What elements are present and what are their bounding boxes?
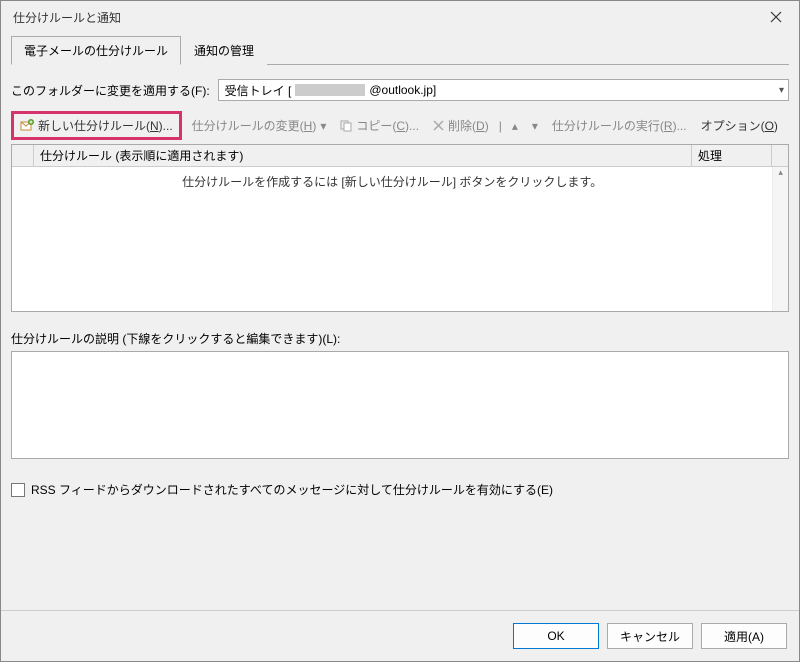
separator: | <box>499 119 502 133</box>
description-box[interactable] <box>11 351 789 459</box>
scrollbar[interactable]: ▴ <box>772 167 788 311</box>
highlight-annotation: 新しい仕分けルール(N)... <box>11 111 182 140</box>
folder-row: このフォルダーに変更を適用する(F): 受信トレイ [ @outlook.jp]… <box>11 79 789 101</box>
close-icon <box>770 11 782 23</box>
dialog-content: 電子メールの仕分けルール 通知の管理 このフォルダーに変更を適用する(F): 受… <box>1 33 799 610</box>
move-up-button[interactable]: ▴ <box>508 117 522 135</box>
redacted-email <box>295 84 365 96</box>
rss-checkbox[interactable] <box>11 483 25 497</box>
folder-select-value: 受信トレイ [ @outlook.jp] <box>225 82 437 99</box>
rules-table-body: 仕分けルールを作成するには [新しい仕分けルール] ボタンをクリックします。 ▴ <box>12 167 788 311</box>
header-corner <box>12 145 34 166</box>
chevron-down-icon: ▾ <box>320 119 326 133</box>
rss-checkbox-label: RSS フィードからダウンロードされたすべてのメッセージに対して仕分けルールを有… <box>31 481 553 498</box>
change-rule-button[interactable]: 仕分けルールの変更(H) ▾ <box>188 115 331 136</box>
move-down-button[interactable]: ▾ <box>528 117 542 135</box>
copy-rule-button[interactable]: コピー(C)... <box>336 115 423 136</box>
scroll-up-icon: ▴ <box>773 167 788 181</box>
rules-and-alerts-dialog: 仕分けルールと通知 電子メールの仕分けルール 通知の管理 このフォルダーに変更を… <box>0 0 800 662</box>
chevron-up-icon: ▴ <box>512 119 518 133</box>
empty-rules-message: 仕分けルールを作成するには [新しい仕分けルール] ボタンをクリックします。 <box>12 167 772 311</box>
chevron-down-icon: ▾ <box>779 85 784 96</box>
options-button[interactable]: オプション(O) <box>697 115 782 136</box>
dialog-footer: OK キャンセル 適用(A) <box>1 610 799 661</box>
toolbar: 新しい仕分けルール(N)... 仕分けルールの変更(H) ▾ コピー(C)...… <box>11 111 789 140</box>
header-rule-column[interactable]: 仕分けルール (表示順に適用されます) <box>34 145 692 166</box>
folder-select[interactable]: 受信トレイ [ @outlook.jp] ▾ <box>218 79 789 101</box>
header-action-column[interactable]: 処理 <box>692 145 772 166</box>
run-rules-button[interactable]: 仕分けルールの実行(R)... <box>548 115 691 136</box>
tab-notifications[interactable]: 通知の管理 <box>181 36 267 65</box>
apply-button[interactable]: 適用(A) <box>701 623 787 649</box>
ok-button[interactable]: OK <box>513 623 599 649</box>
titlebar: 仕分けルールと通知 <box>1 1 799 33</box>
tab-bar: 電子メールの仕分けルール 通知の管理 <box>11 35 789 65</box>
new-rule-label: 新しい仕分けルール(N)... <box>38 117 173 134</box>
header-scrollcorner <box>772 145 788 166</box>
new-rule-icon <box>20 119 34 133</box>
description-label: 仕分けルールの説明 (下線をクリックすると編集できます)(L): <box>11 330 789 347</box>
chevron-down-icon: ▾ <box>532 119 538 133</box>
copy-icon <box>340 120 352 132</box>
window-title: 仕分けルールと通知 <box>13 9 121 26</box>
rules-table-header: 仕分けルール (表示順に適用されます) 処理 <box>12 145 788 167</box>
tab-email-rules[interactable]: 電子メールの仕分けルール <box>11 36 181 65</box>
new-rule-button[interactable]: 新しい仕分けルール(N)... <box>16 115 177 136</box>
delete-rule-button[interactable]: 削除(D) <box>429 115 493 136</box>
rules-table: 仕分けルール (表示順に適用されます) 処理 仕分けルールを作成するには [新し… <box>11 144 789 312</box>
delete-icon <box>433 120 444 131</box>
folder-label: このフォルダーに変更を適用する(F): <box>11 82 210 99</box>
close-button[interactable] <box>761 2 791 32</box>
rss-checkbox-row[interactable]: RSS フィードからダウンロードされたすべてのメッセージに対して仕分けルールを有… <box>11 481 789 498</box>
cancel-button[interactable]: キャンセル <box>607 623 693 649</box>
